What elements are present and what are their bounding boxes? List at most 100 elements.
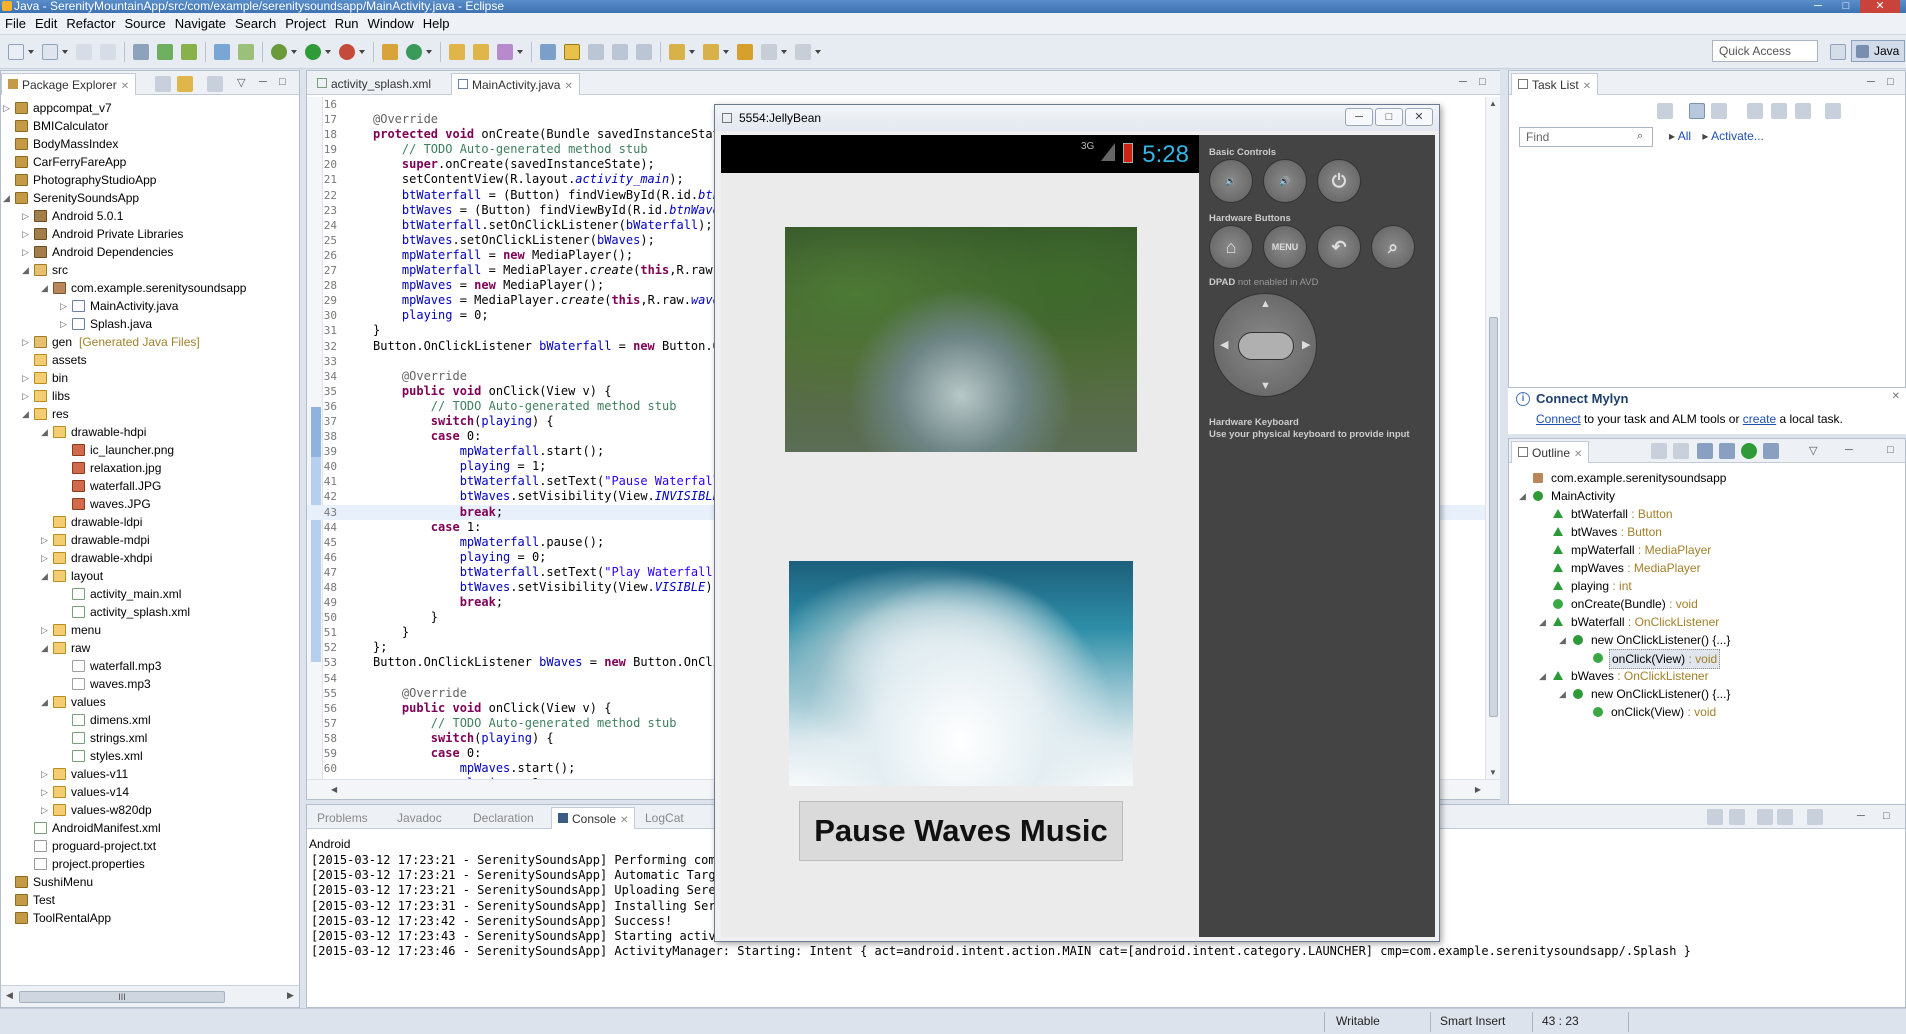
package-tree-item[interactable]: ▷ Splash.java xyxy=(1,315,299,333)
maximize-view-icon[interactable]: □ xyxy=(1887,76,1894,88)
outline-item[interactable]: btWaves : Button xyxy=(1509,523,1905,541)
open-folder-icon[interactable] xyxy=(473,43,489,60)
vertical-scrollbar[interactable]: ▲ ▼ xyxy=(1485,97,1501,779)
package-tree-item[interactable]: ic_launcher.png xyxy=(1,441,299,459)
package-tree-item[interactable]: ▷ values-v11 xyxy=(1,765,299,783)
package-tree-item[interactable]: ◢ res xyxy=(1,405,299,423)
new-java-project-icon[interactable] xyxy=(382,43,398,60)
chevron-down-icon[interactable]: ▽ xyxy=(237,76,245,89)
package-tree-item[interactable]: project.properties xyxy=(1,855,299,873)
chevron-down-icon[interactable] xyxy=(723,49,729,54)
package-tree-item[interactable]: ▷ Android Dependencies xyxy=(1,243,299,261)
outline-item[interactable]: btWaterfall : Button xyxy=(1509,505,1905,523)
package-tree-item[interactable]: drawable-ldpi xyxy=(1,513,299,531)
java-perspective-button[interactable]: Java xyxy=(1851,40,1905,62)
hide-fields-icon[interactable] xyxy=(1697,443,1713,459)
expanded-arrow-icon[interactable]: ◢ xyxy=(1559,685,1566,703)
chevron-down-icon[interactable] xyxy=(325,49,331,54)
scheduled-icon[interactable] xyxy=(1711,103,1727,119)
scroll-left-icon[interactable]: ◀ xyxy=(331,785,337,794)
tab-mainactivity-java[interactable]: MainActivity.java ✕ xyxy=(451,73,580,95)
package-tree-item[interactable]: strings.xml xyxy=(1,729,299,747)
debug-icon[interactable] xyxy=(271,43,287,60)
package-tree-item[interactable]: ◢ raw xyxy=(1,639,299,657)
expanded-arrow-icon[interactable]: ◢ xyxy=(41,423,51,441)
android-screen[interactable]: 3G 5:28 Pause Waves Music xyxy=(721,135,1199,937)
collapsed-arrow-icon[interactable]: ▷ xyxy=(41,549,51,567)
new-icon[interactable] xyxy=(8,43,24,60)
package-tree-item[interactable]: proguard-project.txt xyxy=(1,837,299,855)
package-tree-item[interactable]: styles.xml xyxy=(1,747,299,765)
hide-nonpublic-icon[interactable] xyxy=(1741,443,1757,459)
emulator-maximize-button[interactable]: □ xyxy=(1375,108,1403,126)
package-tree-item[interactable]: AndroidManifest.xml xyxy=(1,819,299,837)
tool-icon[interactable] xyxy=(133,43,149,60)
forward-icon[interactable] xyxy=(795,43,811,60)
outline-item[interactable]: com.example.serenitysoundsapp xyxy=(1509,469,1905,487)
close-icon[interactable]: ✕ xyxy=(1583,81,1591,92)
expanded-arrow-icon[interactable]: ◢ xyxy=(1539,667,1546,685)
package-tree-item[interactable]: ▷ MainActivity.java xyxy=(1,297,299,315)
prev-annotation-icon[interactable] xyxy=(703,43,719,60)
menu-run[interactable]: Run xyxy=(332,16,365,31)
android-sdk-icon[interactable] xyxy=(157,43,173,60)
menu-navigate[interactable]: Navigate xyxy=(172,16,232,31)
chevron-down-icon[interactable] xyxy=(815,49,821,54)
package-tree-item[interactable]: CarFerryFareApp xyxy=(1,153,299,171)
package-tree-item[interactable]: ▷ Android 5.0.1 xyxy=(1,207,299,225)
tab-package-explorer[interactable]: Package Explorer ✕ xyxy=(1,73,137,95)
minimize-button[interactable]: ─ xyxy=(1804,0,1832,13)
open-console-icon[interactable] xyxy=(1807,809,1823,825)
next-annotation-icon[interactable] xyxy=(669,43,685,60)
package-tree-item[interactable]: BMICalculator xyxy=(1,117,299,135)
save-icon[interactable] xyxy=(42,43,58,60)
last-edit-icon[interactable] xyxy=(737,43,753,60)
collapsed-arrow-icon[interactable]: ▷ xyxy=(41,765,51,783)
minimize-view-icon[interactable]: ─ xyxy=(1459,76,1467,88)
outline-item[interactable]: onCreate(Bundle) : void xyxy=(1509,595,1905,613)
emulator-minimize-button[interactable]: ─ xyxy=(1345,108,1373,126)
avd-manager-icon[interactable] xyxy=(181,43,197,60)
package-tree-item[interactable]: ToolRentalApp xyxy=(1,909,299,927)
expanded-arrow-icon[interactable]: ◢ xyxy=(41,693,51,711)
home-icon[interactable]: ⌂ xyxy=(1209,225,1253,269)
open-perspective-icon[interactable] xyxy=(1830,44,1846,60)
hide-completed-icon[interactable] xyxy=(1795,103,1811,119)
emulator-titlebar[interactable]: 5554:JellyBean ─ □ ✕ xyxy=(715,105,1439,131)
pin-console-icon[interactable] xyxy=(1757,809,1773,825)
sort-icon[interactable] xyxy=(1673,443,1689,459)
minimize-view-icon[interactable]: ─ xyxy=(1845,444,1853,456)
chevron-down-icon[interactable] xyxy=(517,49,523,54)
quick-access-input[interactable]: Quick Access xyxy=(1712,40,1818,62)
expanded-arrow-icon[interactable]: ◢ xyxy=(22,405,32,423)
menu-search[interactable]: Search xyxy=(232,16,282,31)
tab-activity-splash-xml[interactable]: activity_splash.xml xyxy=(311,73,437,95)
waterfall-image[interactable] xyxy=(785,227,1137,452)
tab-task-list[interactable]: Task List ✕ xyxy=(1511,73,1599,95)
minimize-view-icon[interactable]: ─ xyxy=(1867,76,1875,88)
outline-item[interactable]: ◢ bWaves : OnClickListener xyxy=(1509,667,1905,685)
expanded-arrow-icon[interactable]: ◢ xyxy=(41,279,51,297)
menu-source[interactable]: Source xyxy=(122,16,172,31)
power-icon[interactable]: ⏻ xyxy=(1317,159,1361,203)
save-all-icon[interactable] xyxy=(76,43,92,60)
expanded-arrow-icon[interactable]: ◢ xyxy=(1559,631,1566,649)
scroll-down-icon[interactable]: ▼ xyxy=(1489,768,1497,777)
package-tree-item[interactable]: ▷ drawable-xhdpi xyxy=(1,549,299,567)
collapse-all-icon[interactable] xyxy=(1651,443,1667,459)
display-console-icon[interactable] xyxy=(1777,809,1793,825)
package-tree-item[interactable]: ▷ menu xyxy=(1,621,299,639)
collapsed-arrow-icon[interactable]: ▷ xyxy=(41,783,51,801)
close-icon[interactable]: ✕ xyxy=(620,815,628,826)
package-tree-item[interactable]: ▷ values-w820dp xyxy=(1,801,299,819)
activate-link[interactable]: Activate... xyxy=(1711,129,1764,143)
outline-item[interactable]: playing : int xyxy=(1509,577,1905,595)
collapsed-arrow-icon[interactable]: ▷ xyxy=(41,621,51,639)
package-tree-item[interactable]: Test xyxy=(1,891,299,909)
tab-problems[interactable]: Problems xyxy=(311,807,374,829)
maximize-view-icon[interactable]: □ xyxy=(279,76,286,88)
collapsed-arrow-icon[interactable]: ▷ xyxy=(22,243,32,261)
package-tree-item[interactable]: ▷ values-v14 xyxy=(1,783,299,801)
collapse-icon[interactable] xyxy=(1771,103,1787,119)
print-icon[interactable] xyxy=(100,43,116,60)
